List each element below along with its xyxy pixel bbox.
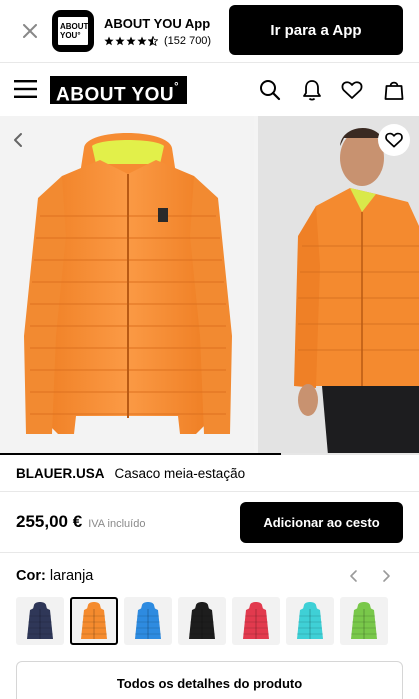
- gallery-progress-bar: [0, 453, 419, 455]
- chevron-right-icon[interactable]: [378, 568, 394, 584]
- close-icon: [23, 24, 37, 38]
- menu-icon[interactable]: [14, 79, 38, 99]
- gallery-progress-fill: [0, 453, 281, 455]
- star-icon: [104, 36, 114, 45]
- color-swatch[interactable]: [124, 597, 172, 645]
- site-header: ABOUT YOU°: [0, 62, 419, 116]
- chevron-left-icon[interactable]: [10, 132, 26, 148]
- color-swatches: [16, 597, 388, 645]
- color-swatch[interactable]: [286, 597, 334, 645]
- shopping-bag-icon[interactable]: [382, 78, 406, 102]
- add-to-wishlist-button[interactable]: [378, 124, 410, 156]
- price-block: 255,00 € IVA incluído: [16, 512, 145, 532]
- close-banner-button[interactable]: [8, 0, 52, 62]
- jacket-thumbnail: [81, 602, 107, 639]
- heart-icon: [385, 132, 403, 148]
- star-icon: [115, 36, 125, 45]
- logo-text: ABOUT YOU: [56, 84, 175, 106]
- color-swatch[interactable]: [178, 597, 226, 645]
- product-image-gallery[interactable]: [0, 116, 419, 455]
- color-swatch[interactable]: [340, 597, 388, 645]
- product-price: 255,00 €: [16, 512, 83, 531]
- star-icon: [126, 36, 136, 45]
- app-logo: ABOUT YOU°: [52, 10, 94, 52]
- color-swatch[interactable]: [16, 597, 64, 645]
- product-details-button[interactable]: Todos os detalhes do produto: [16, 661, 403, 699]
- rating-count: (152 700): [164, 34, 212, 47]
- jacket-illustration: [24, 133, 232, 434]
- product-name: Casaco meia-estação: [114, 466, 246, 481]
- app-info: ABOUT YOU App (152 700): [104, 16, 211, 47]
- jacket-thumbnail: [189, 602, 215, 639]
- jacket-thumbnail: [135, 602, 161, 639]
- app-logo-line2: YOU°: [60, 31, 81, 40]
- add-to-cart-button[interactable]: Adicionar ao cesto: [240, 502, 403, 543]
- logo-mark: °: [174, 81, 180, 93]
- divider: [0, 552, 419, 553]
- selected-color: laranja: [49, 568, 94, 584]
- product-title: BLAUER.USA Casaco meia-estação: [16, 466, 245, 481]
- color-swatch[interactable]: [232, 597, 280, 645]
- color-label: Cor:: [16, 568, 46, 584]
- half-star-icon: [148, 35, 158, 46]
- about-you-logo[interactable]: ABOUT YOU°: [50, 76, 187, 106]
- vat-note: IVA incluído: [88, 518, 146, 530]
- product-image-jacket[interactable]: [0, 116, 254, 455]
- chevron-left-icon[interactable]: [346, 568, 362, 584]
- bell-icon[interactable]: [300, 78, 324, 102]
- app-logo-line1: ABOUT: [60, 22, 89, 31]
- star-icon: [137, 36, 147, 45]
- color-swatch[interactable]: [70, 597, 118, 645]
- model-illustration: [258, 116, 419, 455]
- product-brand[interactable]: BLAUER.USA: [16, 466, 105, 481]
- heart-icon[interactable]: [340, 78, 364, 102]
- jacket-thumbnail: [27, 602, 53, 639]
- product-image-model[interactable]: [258, 116, 419, 455]
- jacket-thumbnail: [297, 602, 323, 639]
- rating-stars: [104, 35, 158, 46]
- app-banner: ABOUT YOU° ABOUT YOU App (152 700) Ir pa…: [0, 0, 419, 62]
- jacket-thumbnail: [351, 602, 377, 639]
- app-rating: (152 700): [104, 35, 211, 47]
- search-icon[interactable]: [258, 78, 282, 102]
- color-selector-label: Cor: laranja: [16, 568, 93, 584]
- app-name: ABOUT YOU App: [104, 15, 211, 31]
- open-app-button[interactable]: Ir para a App: [229, 5, 403, 55]
- jacket-thumbnail: [243, 602, 269, 639]
- divider: [0, 491, 419, 492]
